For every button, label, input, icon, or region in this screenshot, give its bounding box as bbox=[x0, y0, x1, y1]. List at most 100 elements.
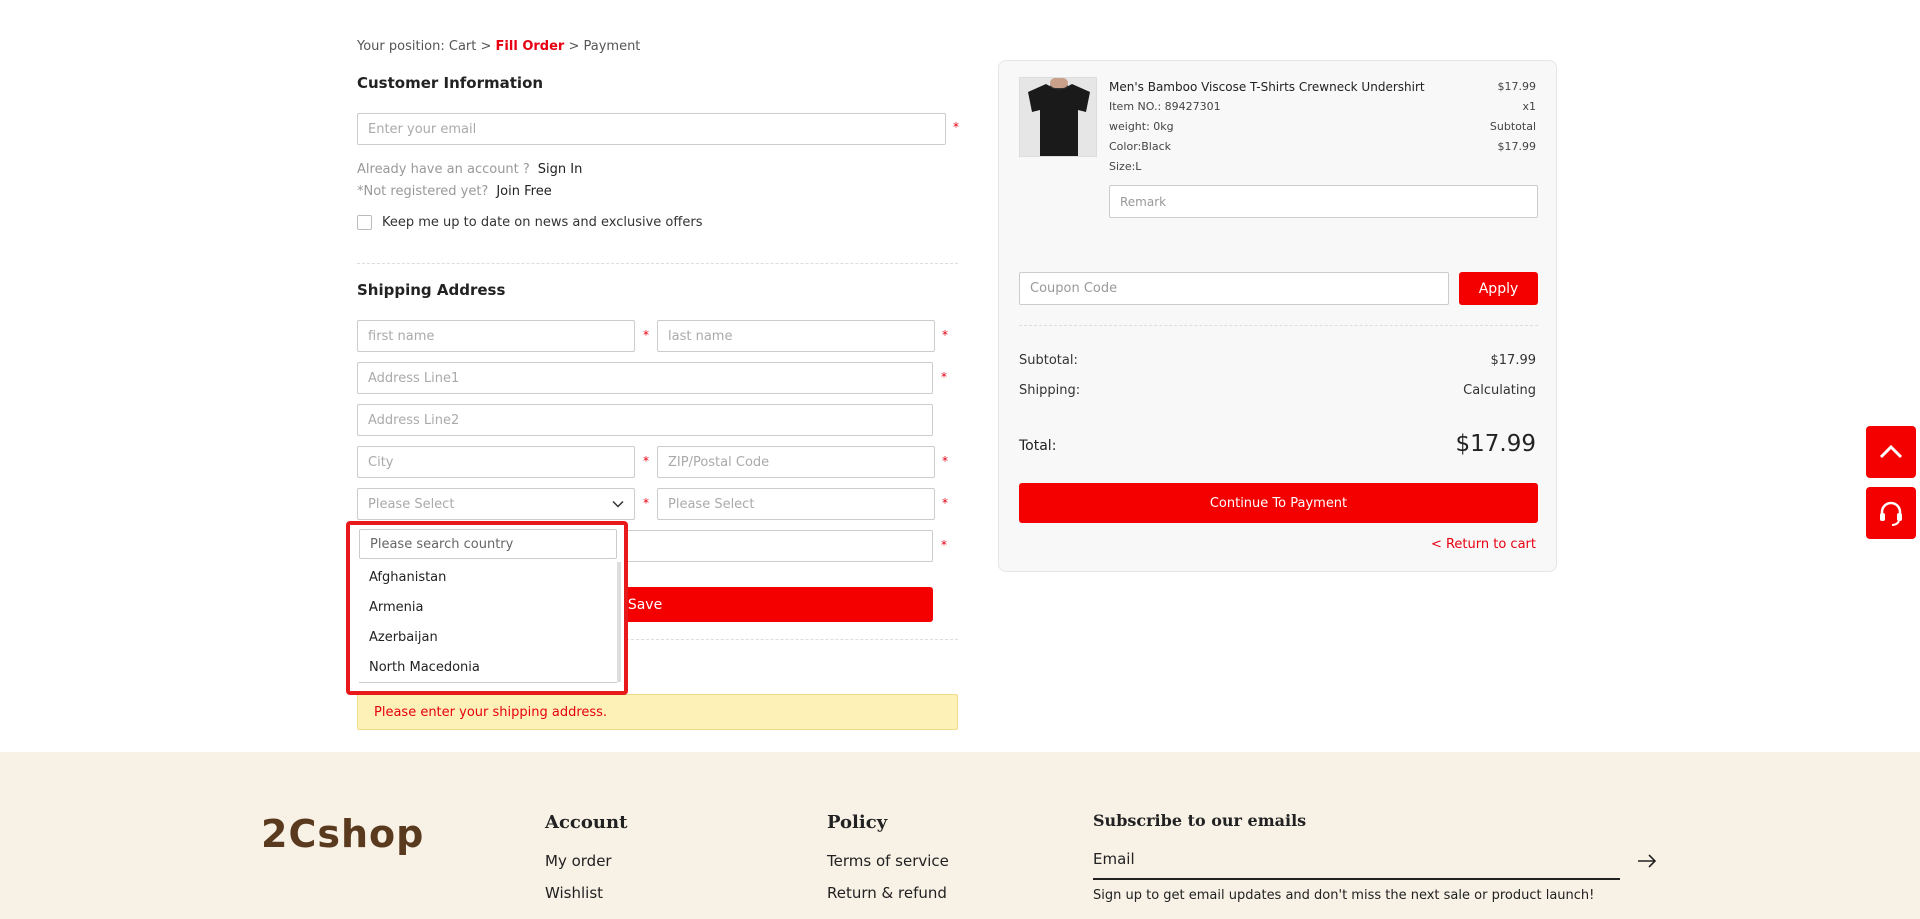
product-size: Size:L bbox=[1109, 160, 1142, 173]
divider bbox=[357, 263, 958, 264]
have-account-text: Already have an account ? bbox=[357, 162, 530, 177]
country-search-placeholder: Please search country bbox=[370, 536, 514, 552]
coupon-placeholder: Coupon Code bbox=[1030, 281, 1118, 296]
breadcrumb-prefix[interactable]: Your position: Cart > bbox=[357, 39, 491, 54]
subscribe-email-placeholder: Email bbox=[1093, 850, 1135, 868]
country-select[interactable]: Please Select bbox=[357, 488, 635, 520]
footer-logo[interactable]: 2Cshop bbox=[261, 812, 424, 856]
country-search-input[interactable]: Please search country bbox=[359, 529, 617, 559]
state-select[interactable]: Please Select bbox=[657, 488, 935, 520]
breadcrumb-suffix: > Payment bbox=[568, 39, 641, 54]
customer-info-title: Customer Information bbox=[357, 74, 544, 92]
country-option[interactable]: Afghanistan bbox=[369, 570, 446, 585]
back-to-top-button[interactable] bbox=[1866, 426, 1916, 478]
product-subtotal-label: Subtotal bbox=[1489, 120, 1536, 133]
footer-policy-title: Policy bbox=[827, 812, 888, 833]
country-option[interactable]: Armenia bbox=[369, 600, 424, 615]
product-weight: weight: 0kg bbox=[1109, 120, 1174, 133]
address-line2-placeholder: Address Line2 bbox=[368, 412, 460, 428]
total-label: Total: bbox=[1019, 438, 1057, 454]
email-field[interactable]: Enter your email bbox=[357, 113, 946, 145]
alert-message: Please enter your shipping address. bbox=[374, 704, 608, 720]
chevron-up-icon bbox=[1879, 444, 1903, 459]
first-name-placeholder: first name bbox=[368, 328, 435, 344]
email-placeholder: Enter your email bbox=[368, 121, 477, 137]
customer-service-button[interactable] bbox=[1866, 487, 1916, 539]
shipping-address-alert: Please enter your shipping address. bbox=[357, 694, 958, 730]
join-row: *Not registered yet? Join Free bbox=[357, 180, 552, 199]
coupon-input[interactable]: Coupon Code bbox=[1019, 272, 1449, 305]
divider bbox=[1019, 325, 1538, 326]
country-option[interactable]: Azerbaijan bbox=[369, 630, 438, 645]
newsletter-label: Keep me up to date on news and exclusive… bbox=[382, 215, 703, 230]
footer-account-title: Account bbox=[545, 812, 628, 833]
arrow-right-icon[interactable] bbox=[1637, 854, 1657, 868]
order-summary-panel: Men's Bamboo Viscose T-Shirts Crewneck U… bbox=[998, 60, 1557, 572]
product-name[interactable]: Men's Bamboo Viscose T-Shirts Crewneck U… bbox=[1109, 80, 1425, 94]
remark-placeholder: Remark bbox=[1120, 194, 1167, 209]
country-option[interactable]: North Macedonia bbox=[369, 660, 480, 675]
required-mark: * bbox=[643, 454, 649, 468]
required-mark: * bbox=[953, 120, 959, 134]
footer-link-my-order[interactable]: My order bbox=[545, 852, 612, 870]
continue-label: Continue To Payment bbox=[1209, 495, 1348, 511]
site-footer: 2Cshop Account My order Wishlist Policy … bbox=[0, 752, 1920, 919]
tshirt-icon bbox=[1020, 78, 1096, 156]
required-mark: * bbox=[941, 370, 947, 384]
headset-icon bbox=[1880, 501, 1902, 526]
required-mark: * bbox=[941, 538, 947, 552]
required-mark: * bbox=[643, 496, 649, 510]
country-select-value: Please Select bbox=[368, 496, 455, 512]
address-line1-placeholder: Address Line1 bbox=[368, 370, 460, 386]
required-mark: * bbox=[942, 496, 948, 510]
dropdown-bottom-border bbox=[359, 682, 617, 683]
breadcrumb-current: Fill Order bbox=[495, 39, 565, 54]
shipping-address-title: Shipping Address bbox=[357, 281, 506, 299]
last-name-field[interactable]: last name bbox=[657, 320, 935, 352]
address-line2-field[interactable]: Address Line2 bbox=[357, 404, 933, 436]
zip-field[interactable]: ZIP/Postal Code bbox=[657, 446, 935, 478]
zip-placeholder: ZIP/Postal Code bbox=[668, 454, 770, 470]
apply-label: Apply bbox=[1478, 280, 1519, 297]
subscribe-email-input[interactable]: Email bbox=[1093, 850, 1620, 880]
country-dropdown[interactable]: Please search country Afghanistan Armeni… bbox=[346, 521, 628, 695]
city-placeholder: City bbox=[368, 454, 394, 470]
shipping-value: Calculating bbox=[1463, 383, 1536, 398]
product-image[interactable] bbox=[1019, 77, 1097, 157]
product-item-no: Item NO.: 89427301 bbox=[1109, 100, 1221, 113]
product-subtotal-value: $17.99 bbox=[1497, 140, 1537, 153]
save-button-label: Save bbox=[627, 596, 663, 613]
chevron-down-icon bbox=[612, 500, 624, 508]
first-name-field[interactable]: first name bbox=[357, 320, 635, 352]
sign-in-link[interactable]: Sign In bbox=[538, 162, 583, 177]
breadcrumb: Your position: Cart > Fill Order > Payme… bbox=[357, 39, 640, 54]
product-color: Color:Black bbox=[1109, 140, 1171, 153]
required-mark: * bbox=[643, 328, 649, 342]
required-mark: * bbox=[942, 454, 948, 468]
product-price: $17.99 bbox=[1497, 80, 1537, 93]
state-select-value: Please Select bbox=[668, 496, 755, 512]
newsletter-checkbox[interactable] bbox=[357, 215, 372, 230]
subscribe-note: Sign up to get email updates and don't m… bbox=[1093, 888, 1595, 903]
dropdown-scrollbar[interactable] bbox=[617, 562, 621, 682]
summary-subtotal-value: $17.99 bbox=[1490, 353, 1537, 368]
footer-link-wishlist[interactable]: Wishlist bbox=[545, 884, 603, 902]
address-line1-field[interactable]: Address Line1 bbox=[357, 362, 933, 394]
return-to-cart-link[interactable]: < Return to cart bbox=[1431, 537, 1536, 552]
newsletter-row[interactable]: Keep me up to date on news and exclusive… bbox=[357, 215, 702, 230]
total-value: $17.99 bbox=[1455, 431, 1536, 457]
footer-link-terms[interactable]: Terms of service bbox=[827, 852, 949, 870]
join-free-link[interactable]: Join Free bbox=[496, 184, 551, 199]
shipping-label: Shipping: bbox=[1019, 383, 1081, 398]
remark-input[interactable]: Remark bbox=[1109, 185, 1538, 218]
footer-subscribe-title: Subscribe to our emails bbox=[1093, 811, 1307, 830]
footer-link-return-refund[interactable]: Return & refund bbox=[827, 884, 947, 902]
sign-in-row: Already have an account ? Sign In bbox=[357, 158, 582, 177]
not-registered-text: *Not registered yet? bbox=[357, 184, 489, 199]
last-name-placeholder: last name bbox=[668, 328, 733, 344]
continue-to-payment-button[interactable]: Continue To Payment bbox=[1019, 483, 1538, 523]
city-field[interactable]: City bbox=[357, 446, 635, 478]
required-mark: * bbox=[942, 328, 948, 342]
summary-subtotal-label: Subtotal: bbox=[1019, 353, 1078, 368]
apply-coupon-button[interactable]: Apply bbox=[1459, 272, 1538, 305]
